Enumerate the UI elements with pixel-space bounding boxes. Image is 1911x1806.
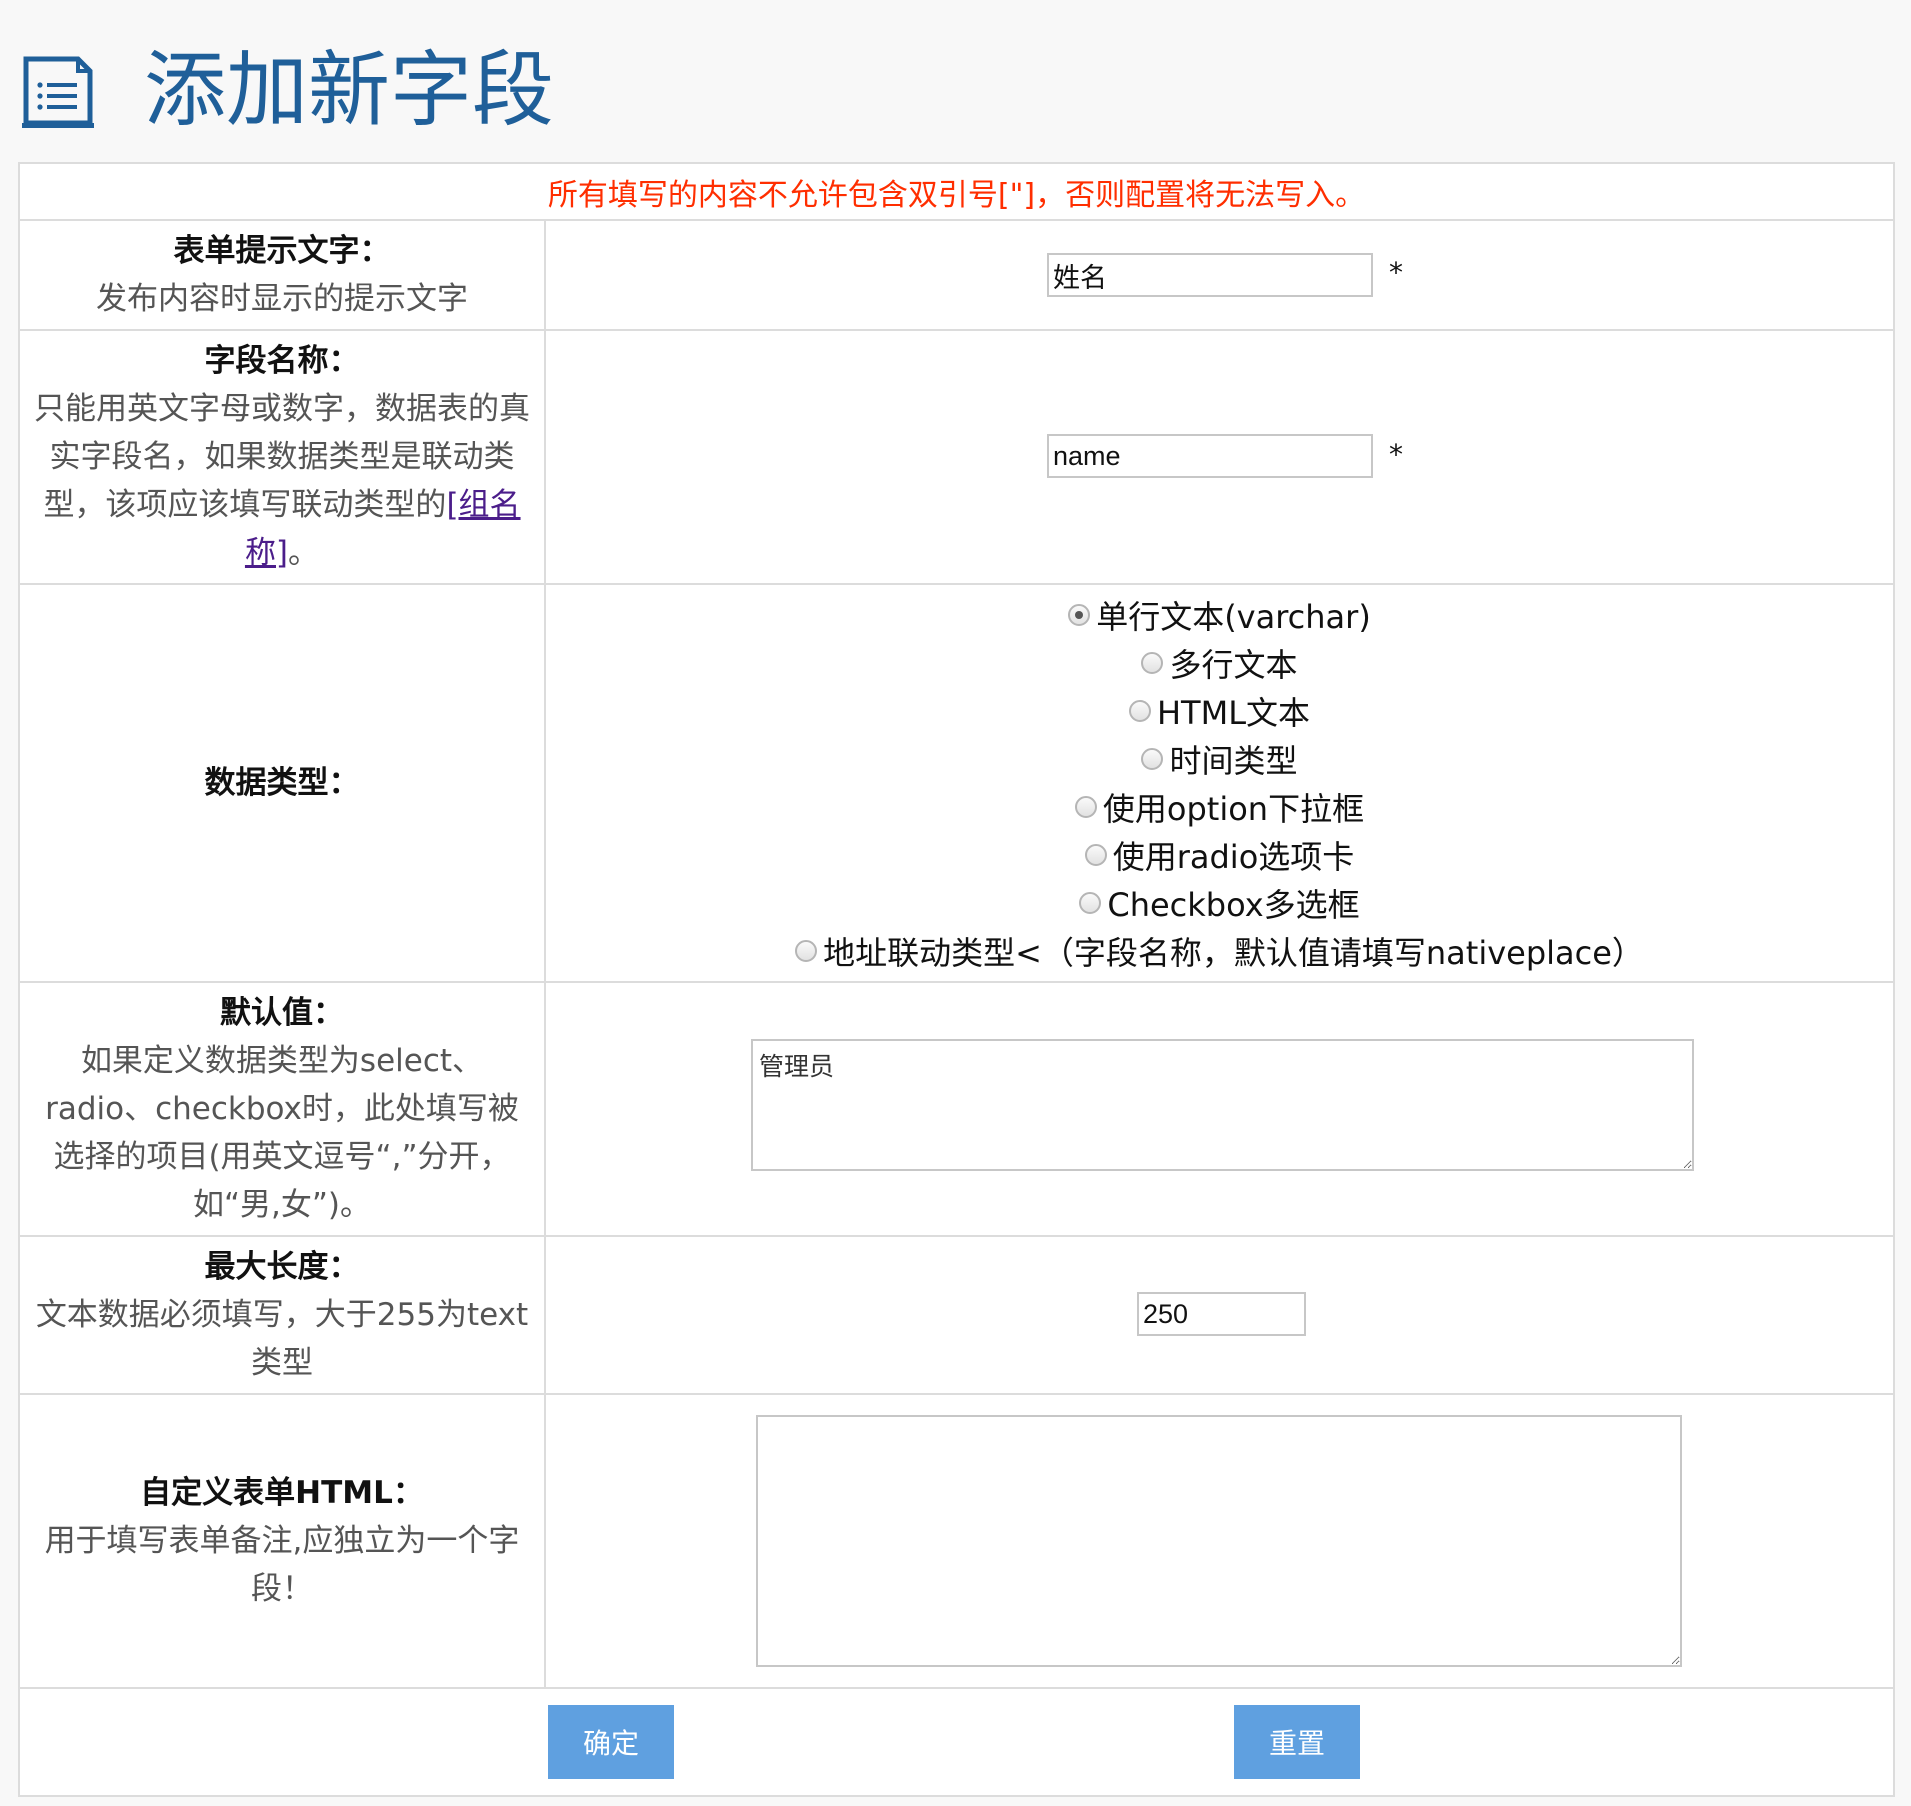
max-length-label: 最大长度： — [204, 1249, 360, 1285]
default-value-description: 如果定义数据类型为select、radio、checkbox时，此处填写被选择的… — [45, 1043, 519, 1223]
radio-option[interactable]: Checkbox多选框 — [1079, 879, 1360, 927]
radio-button[interactable] — [795, 940, 818, 962]
prompt-text-input[interactable] — [1047, 253, 1373, 297]
required-mark: * — [1389, 256, 1403, 289]
field-name-label: 字段名称： — [204, 343, 360, 379]
radio-option[interactable]: 多行文本 — [1141, 639, 1298, 687]
row-default-value: 默认值： 如果定义数据类型为select、radio、checkbox时，此处填… — [18, 981, 1895, 1237]
radio-button[interactable] — [1084, 844, 1107, 866]
data-type-radio-group: 单行文本(varchar) 多行文本 HTML文本 时间类型 使用option下… — [546, 585, 1893, 981]
radio-option[interactable]: 时间类型 — [1141, 735, 1298, 783]
radio-button[interactable] — [1079, 892, 1102, 914]
warning-notice: 所有填写的内容不允许包含双引号["]，否则配置将无法写入。 — [547, 177, 1366, 213]
max-length-description: 文本数据必须填写，大于255为text类型 — [35, 1297, 529, 1381]
page: 添加新字段 所有填写的内容不允许包含双引号["]，否则配置将无法写入。 表单提示… — [0, 0, 1911, 1806]
radio-option[interactable]: HTML文本 — [1128, 687, 1310, 735]
row-field-name: 字段名称： 只能用英文字母或数字，数据表的真实字段名，如果数据类型是联动类型，该… — [18, 329, 1895, 585]
radio-button[interactable] — [1141, 748, 1164, 770]
radio-button[interactable] — [1128, 700, 1151, 722]
radio-button[interactable] — [1141, 652, 1164, 674]
radio-option[interactable]: 单行文本(varchar) — [1068, 591, 1371, 639]
radio-option[interactable]: 使用option下拉框 — [1074, 783, 1364, 831]
radio-button[interactable] — [1074, 796, 1097, 818]
field-name-description: 只能用英文字母或数字，数据表的真实字段名，如果数据类型是联动类型，该项应该填写联… — [34, 391, 530, 571]
row-data-type: 数据类型： 单行文本(varchar) 多行文本 HTML文本 时间类型 使用o… — [18, 583, 1895, 983]
radio-button[interactable] — [1068, 604, 1091, 626]
field-name-input[interactable] — [1047, 434, 1373, 478]
max-length-input[interactable] — [1137, 1292, 1306, 1336]
document-list-icon — [22, 56, 94, 128]
prompt-text-label: 表单提示文字： — [173, 233, 391, 269]
default-value-label: 默认值： — [220, 995, 344, 1031]
custom-html-label: 自定义表单HTML： — [140, 1475, 424, 1511]
reset-button[interactable]: 重置 — [1234, 1705, 1360, 1779]
submit-button[interactable]: 确定 — [548, 1705, 674, 1779]
radio-option[interactable]: 地址联动类型<（字段名称，默认值请填写nativeplace） — [795, 927, 1644, 975]
notice-row: 所有填写的内容不允许包含双引号["]，否则配置将无法写入。 — [18, 162, 1895, 221]
row-prompt-text: 表单提示文字： 发布内容时显示的提示文字 * — [18, 219, 1895, 331]
radio-option[interactable]: 使用radio选项卡 — [1084, 831, 1354, 879]
row-max-length: 最大长度： 文本数据必须填写，大于255为text类型 — [18, 1235, 1895, 1395]
required-mark: * — [1389, 438, 1403, 471]
prompt-text-description: 发布内容时显示的提示文字 — [96, 281, 468, 317]
row-actions: 确定 重置 — [18, 1687, 1895, 1797]
custom-html-textarea[interactable] — [756, 1415, 1682, 1667]
row-custom-html: 自定义表单HTML： 用于填写表单备注,应独立为一个字段！ — [18, 1393, 1895, 1689]
page-header: 添加新字段 — [18, 36, 554, 146]
custom-html-description: 用于填写表单备注,应独立为一个字段！ — [44, 1523, 520, 1607]
field-form-table: 所有填写的内容不允许包含双引号["]，否则配置将无法写入。 表单提示文字： 发布… — [18, 162, 1895, 1797]
default-value-textarea[interactable]: 管理员 — [751, 1039, 1694, 1171]
data-type-label: 数据类型： — [204, 765, 360, 801]
page-title: 添加新字段 — [144, 43, 555, 138]
